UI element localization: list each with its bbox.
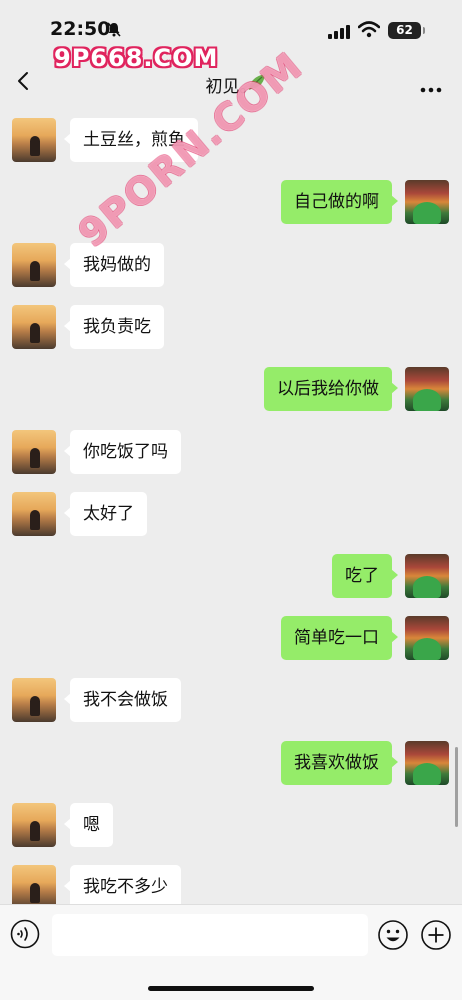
message-bubble[interactable]: 我妈做的 [64, 243, 164, 287]
emoji-icon[interactable] [377, 919, 409, 955]
message-input[interactable] [52, 914, 368, 956]
contact-avatar[interactable] [12, 118, 56, 162]
message-row: 简单吃一口 [0, 616, 462, 662]
signal-icon [328, 24, 352, 43]
message-bubble[interactable]: 土豆丝，煎鱼 [64, 118, 198, 162]
message-row: 我负责吃 [0, 305, 462, 351]
message-bubble[interactable]: 吃了 [332, 554, 398, 598]
message-row: 我妈做的 [0, 243, 462, 289]
contact-avatar[interactable] [12, 492, 56, 536]
my-avatar[interactable] [405, 554, 449, 598]
chat-title: 初见。 [205, 77, 257, 97]
message-bubble[interactable]: 我负责吃 [64, 305, 164, 349]
nav-bar: 初见。 [0, 56, 462, 106]
message-row: 以后我给你做 [0, 367, 462, 413]
leaf-icon [246, 71, 268, 97]
plus-icon[interactable] [420, 919, 452, 955]
message-bubble[interactable]: 你吃饭了吗 [64, 430, 181, 474]
battery-icon: 62 [388, 22, 425, 39]
contact-avatar[interactable] [12, 305, 56, 349]
my-avatar[interactable] [405, 616, 449, 660]
wifi-icon [357, 21, 381, 42]
message-row: 你吃饭了吗 [0, 430, 462, 476]
message-row: 自己做的啊 [0, 180, 462, 226]
my-avatar[interactable] [405, 741, 449, 785]
message-bubble[interactable]: 以后我给你做 [264, 367, 398, 411]
bell-slash-icon [106, 21, 122, 41]
message-bubble[interactable]: 太好了 [64, 492, 147, 536]
contact-avatar[interactable] [12, 678, 56, 722]
message-row: 吃了 [0, 554, 462, 600]
message-row: 嗯 [0, 803, 462, 849]
message-row: 太好了 [0, 492, 462, 538]
message-row: 我不会做饭 [0, 678, 462, 724]
message-row: 我喜欢做饭 [0, 741, 462, 787]
voice-icon[interactable] [10, 919, 40, 953]
my-avatar[interactable] [405, 367, 449, 411]
message-bubble[interactable]: 我不会做饭 [64, 678, 181, 722]
contact-avatar[interactable] [12, 803, 56, 847]
contact-avatar[interactable] [12, 865, 56, 909]
more-icon[interactable] [420, 78, 442, 97]
message-bubble[interactable]: 我喜欢做饭 [281, 741, 398, 785]
message-bubble[interactable]: 简单吃一口 [281, 616, 398, 660]
contact-avatar[interactable] [12, 430, 56, 474]
message-bubble[interactable]: 自己做的啊 [281, 180, 398, 224]
my-avatar[interactable] [405, 180, 449, 224]
message-row: 土豆丝，煎鱼 [0, 118, 462, 164]
message-bubble[interactable]: 嗯 [64, 803, 113, 847]
home-indicator[interactable] [148, 986, 314, 991]
scrollbar[interactable] [455, 747, 458, 827]
contact-avatar[interactable] [12, 243, 56, 287]
status-time: 22:50 [50, 18, 111, 40]
message-bubble[interactable]: 我吃不多少 [64, 865, 181, 909]
